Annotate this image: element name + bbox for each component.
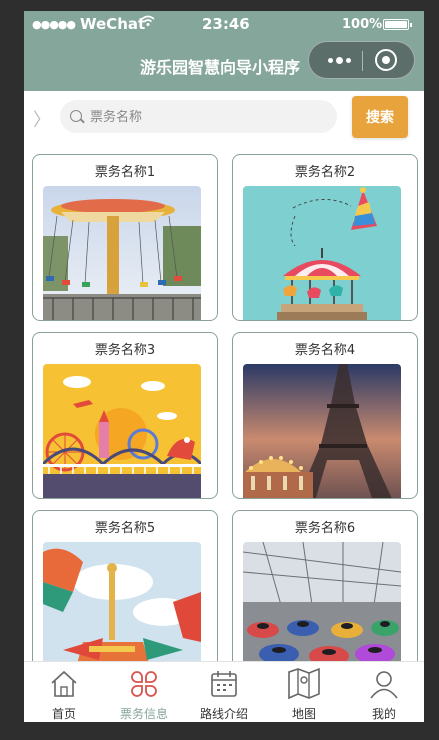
battery-level: [385, 21, 407, 28]
phone-screen: ●●●●● WeChat 23:46 100% 游乐园智慧向导小程序 〉 搜索: [24, 11, 424, 722]
ticket-icon: [131, 671, 157, 697]
top-bar: ●●●●● WeChat 23:46 100% 游乐园智慧向导小程序: [24, 11, 424, 91]
signal-icon: ●●●●●: [32, 18, 76, 31]
page-title: 游乐园智慧向导小程序: [140, 58, 301, 77]
ticket-name: 票务名称4: [294, 343, 356, 358]
wifi-icon: [141, 15, 155, 31]
status-time: 23:46: [202, 15, 250, 33]
search-input[interactable]: [88, 100, 332, 135]
ticket-card[interactable]: 票务名称1: [32, 154, 218, 321]
ticket-name: 票务名称1: [94, 165, 156, 180]
search-icon: [70, 110, 82, 122]
tab-routes[interactable]: 路线介绍: [184, 662, 264, 722]
ticket-image-spinning-ride: [43, 542, 201, 661]
ticket-card[interactable]: 票务名称2: [232, 154, 418, 321]
status-bar: ●●●●● WeChat 23:46 100%: [24, 11, 424, 39]
ticket-name: 票务名称5: [94, 521, 156, 536]
ticket-card[interactable]: 票务名称4: [232, 332, 418, 499]
tab-label: 我的: [371, 707, 396, 721]
search-box: [60, 100, 337, 135]
tab-label: 地图: [291, 707, 316, 721]
tab-map[interactable]: 地图: [264, 662, 344, 722]
user-icon: [370, 671, 398, 699]
tab-label: 票务信息: [119, 707, 168, 721]
map-icon: [288, 667, 320, 700]
ticket-card[interactable]: 票务名称6: [232, 510, 418, 661]
carrier-label: WeChat: [80, 15, 146, 33]
chevron-left-icon[interactable]: 〉: [33, 106, 51, 132]
search-row: 〉 搜索: [24, 91, 424, 151]
ticket-name: 票务名称3: [94, 343, 156, 358]
battery-percent: 100%: [342, 17, 383, 32]
tab-label: 路线介绍: [199, 707, 248, 721]
battery-icon: [383, 19, 412, 30]
ticket-image-bumper-cars: [243, 542, 401, 661]
ticket-name: 票务名称2: [294, 165, 356, 180]
ticket-card[interactable]: 票务名称5: [32, 510, 218, 661]
close-mini-program-icon[interactable]: [375, 49, 397, 71]
tab-home[interactable]: 首页: [24, 662, 104, 722]
tab-mine[interactable]: 我的: [344, 662, 424, 722]
ticket-card[interactable]: 票务名称3: [32, 332, 218, 499]
tab-bar: 首页 票务信息 路线介绍 地图 我的: [24, 661, 424, 722]
tab-tickets[interactable]: 票务信息: [104, 662, 184, 722]
more-icon[interactable]: [319, 48, 359, 72]
ticket-name: 票务名称6: [294, 521, 356, 536]
home-icon: [51, 670, 77, 697]
ticket-image-eiffel-tower: [243, 364, 401, 498]
mini-program-capsule: [308, 41, 415, 79]
tab-label: 首页: [51, 707, 76, 721]
ticket-image-park-illustration: [43, 364, 201, 498]
ticket-image-swing-carousel: [43, 186, 201, 320]
calendar-icon: [211, 671, 237, 697]
ticket-image-carousel-illustration: [243, 186, 401, 320]
ticket-grid: 票务名称1 票务名称2 票务名称3 票务名称4 票务名称5 票务名称6: [24, 151, 424, 661]
search-button[interactable]: 搜索: [352, 96, 408, 138]
